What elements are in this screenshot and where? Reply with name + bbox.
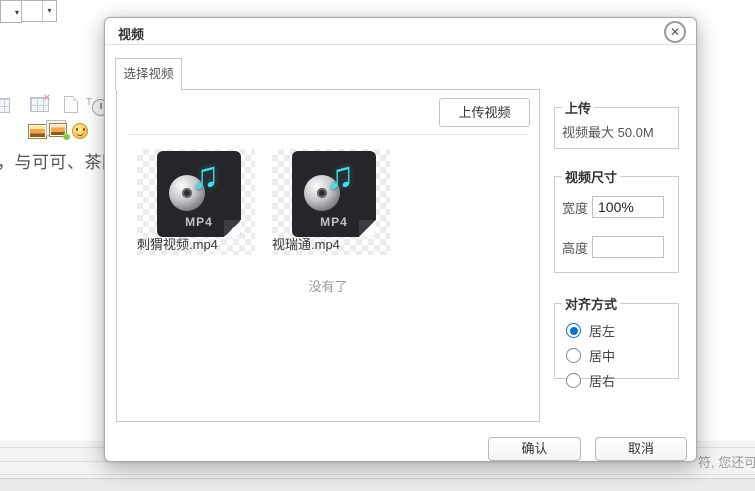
dialog-titlebar: 视频 ✕ [105, 18, 696, 45]
mp4-file-icon: ♫ MP4 [157, 151, 241, 237]
video-panel: 上传视频 ♫ MP4 刺猬视频.mp4 ♫ MP4 [116, 89, 540, 422]
radio-label: 居右 [589, 371, 615, 390]
photos-icon[interactable] [49, 123, 67, 137]
video-item[interactable]: ♫ MP4 视瑞通.mp4 [272, 149, 390, 255]
radio-align-left[interactable]: 居左 [566, 321, 671, 340]
radio-label: 居中 [589, 346, 615, 365]
no-more-text: 没有了 [117, 276, 539, 295]
delete-table-icon[interactable] [30, 97, 49, 112]
radio-icon[interactable] [566, 323, 581, 338]
mp4-badge: MP4 [292, 215, 376, 229]
new-page-icon[interactable] [64, 96, 78, 113]
panel-divider [128, 134, 528, 135]
emoji-icon[interactable] [72, 123, 88, 139]
music-note-icon: ♫ [326, 157, 355, 195]
chevron-down-icon[interactable]: ▾ [42, 1, 56, 21]
video-list: ♫ MP4 刺猬视频.mp4 ♫ MP4 视瑞通.mp4 [137, 149, 390, 255]
height-input[interactable] [592, 236, 664, 258]
table-icon[interactable] [0, 98, 10, 113]
upload-max-hint: 视频最大 50.0M [562, 122, 671, 141]
upload-legend: 上传 [562, 98, 594, 117]
chevron-down-icon[interactable]: ▾ [15, 8, 19, 17]
confirm-button[interactable]: 确认 [488, 437, 581, 461]
video-dialog: 视频 ✕ 选择视频 上传视频 ♫ MP4 刺猬视频.mp4 [104, 17, 697, 462]
image-icon[interactable] [28, 124, 47, 139]
tab-select-video[interactable]: 选择视频 [115, 58, 182, 90]
editor-paragraph-text: ，与可可、茶同 [0, 148, 120, 173]
size-legend: 视频尺寸 [562, 167, 620, 186]
align-fieldset: 对齐方式 居左 居中 居右 [554, 294, 679, 379]
mp4-badge: MP4 [157, 215, 241, 229]
dialog-title: 视频 [118, 24, 144, 43]
close-icon: ✕ [670, 25, 680, 39]
radio-align-right[interactable]: 居右 [566, 371, 671, 390]
editor-bottom-bar [0, 478, 755, 491]
radio-icon[interactable] [566, 373, 581, 388]
width-input[interactable] [592, 196, 664, 218]
video-filename: 刺猬视频.mp4 [137, 234, 255, 253]
upload-fieldset: 上传 视频最大 50.0M [554, 98, 679, 149]
video-item[interactable]: ♫ MP4 刺猬视频.mp4 [137, 149, 255, 255]
radio-icon[interactable] [566, 348, 581, 363]
video-filename: 视瑞通.mp4 [272, 234, 390, 253]
radio-align-center[interactable]: 居中 [566, 346, 671, 365]
height-label: 高度 [562, 238, 592, 257]
cancel-button[interactable]: 取消 [595, 437, 687, 461]
music-note-icon: ♫ [191, 157, 220, 195]
upload-video-button[interactable]: 上传视频 [439, 98, 530, 127]
mp4-file-icon: ♫ MP4 [292, 151, 376, 237]
radio-label: 居左 [589, 321, 615, 340]
editor-rule [0, 474, 755, 475]
word-count-text: 符, 您还可以 [698, 452, 755, 471]
close-button[interactable]: ✕ [664, 21, 686, 43]
color-select[interactable]: ▾ [0, 0, 22, 23]
size-fieldset: 视频尺寸 宽度 高度 [554, 167, 679, 273]
width-label: 宽度 [562, 198, 592, 217]
screen: al ▾ X2 A T ▾ ，与可可、茶同 符, 您还可以 视频 [0, 0, 755, 491]
align-legend: 对齐方式 [562, 294, 620, 313]
